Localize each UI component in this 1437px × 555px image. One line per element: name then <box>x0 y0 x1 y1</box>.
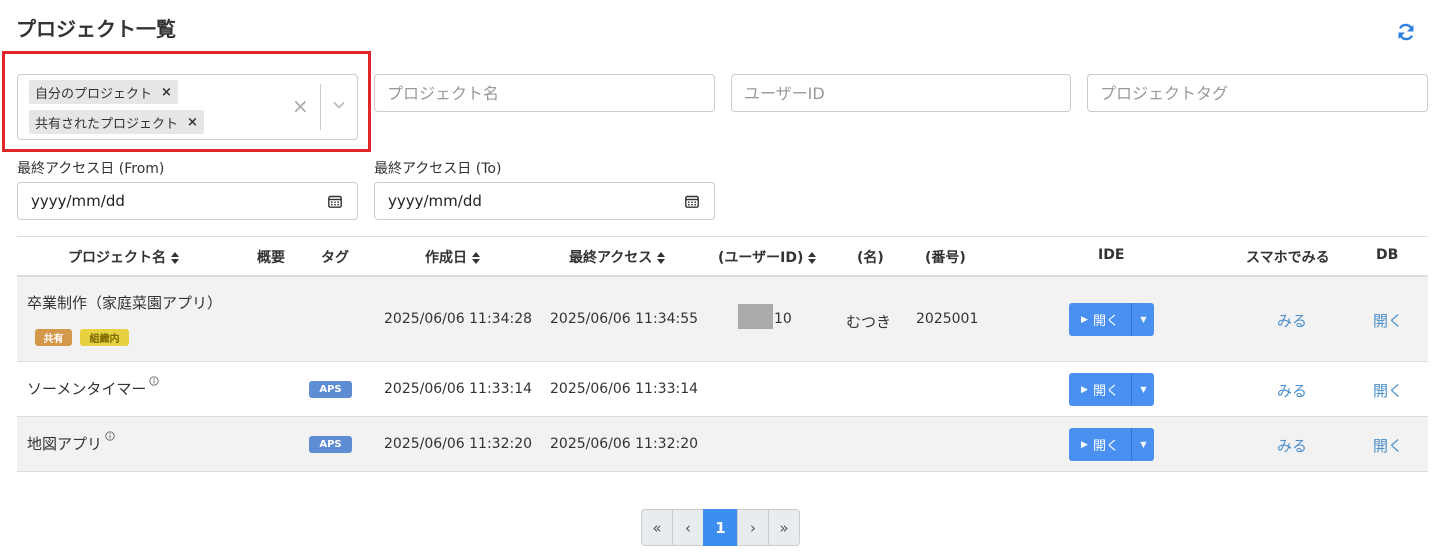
sort-icon <box>657 252 666 264</box>
header-label: プロジェクト名 <box>68 250 166 266</box>
created-date: 2025/06/06 11:33:14 <box>384 381 533 397</box>
view-link[interactable]: みる <box>1277 310 1307 331</box>
table-row[interactable]: 地図アプリ APS 2025/06/06 11:32:20 2025/06/06… <box>17 417 1428 472</box>
header-db: DB <box>1376 247 1399 263</box>
date-from-input[interactable]: yyyy/mm/dd <box>17 182 358 220</box>
last-access-date: 2025/06/06 11:33:14 <box>550 381 699 397</box>
chip-label: 自分のプロジェクト <box>35 86 153 102</box>
table-header: プロジェクト名 概要 タグ 作成日 最終アクセス (ユーザーID) (名) (番… <box>17 236 1428 277</box>
ide-open-button[interactable]: ▶ 開く ▼ <box>1069 373 1154 406</box>
header-project-name[interactable]: プロジェクト名 <box>68 247 179 267</box>
last-access-date: 2025/06/06 11:34:55 <box>550 311 699 327</box>
pagination: « ‹ 1 › » <box>641 509 800 546</box>
display-name: むつき <box>846 313 892 331</box>
project-name[interactable]: ソーメンタイマー <box>27 376 160 399</box>
ide-open-button[interactable]: ▶ 開く ▼ <box>1069 303 1154 336</box>
header-smartphone: スマホでみる <box>1246 250 1330 266</box>
db-open-link[interactable]: 開く <box>1373 380 1403 401</box>
chip-remove-icon[interactable]: × <box>187 115 198 130</box>
table-row[interactable]: 卒業制作（家庭菜園アプリ） 共有 組織内 2025/06/06 11:34:28… <box>17 277 1428 362</box>
page-last-button[interactable]: » <box>768 509 800 546</box>
project-type-select[interactable]: 自分のプロジェクト × 共有されたプロジェクト × × <box>17 74 358 140</box>
date-to-label: 最終アクセス日 (To) <box>374 161 502 177</box>
sort-icon <box>808 252 817 264</box>
ide-open-button[interactable]: ▶ 開く ▼ <box>1069 428 1154 461</box>
play-icon: ▶ <box>1081 384 1088 395</box>
ide-open-label: 開く <box>1092 314 1119 329</box>
view-link[interactable]: みる <box>1277 380 1307 401</box>
created-date: 2025/06/06 11:34:28 <box>384 311 533 327</box>
created-date: 2025/06/06 11:32:20 <box>384 436 533 452</box>
play-icon: ▶ <box>1081 439 1088 450</box>
info-icon[interactable] <box>149 376 160 386</box>
view-link[interactable]: みる <box>1277 435 1307 456</box>
redacted-user-id <box>738 304 773 329</box>
header-last-access[interactable]: 最終アクセス <box>569 247 666 267</box>
project-name[interactable]: 卒業制作（家庭菜園アプリ） <box>27 292 222 313</box>
ide-open-main[interactable]: ▶ 開く <box>1069 428 1132 461</box>
table-row[interactable]: ソーメンタイマー APS 2025/06/06 11:33:14 2025/06… <box>17 362 1428 417</box>
info-icon[interactable] <box>105 431 115 441</box>
sort-icon <box>171 252 179 264</box>
date-to-value: yyyy/mm/dd <box>388 192 482 210</box>
project-tag-input[interactable] <box>1087 74 1428 112</box>
student-number: 2025001 <box>916 311 979 327</box>
select-divider <box>320 84 321 130</box>
header-tag: タグ <box>321 250 349 266</box>
chip-label: 共有されたプロジェクト <box>35 116 179 132</box>
caret-down-icon[interactable]: ▼ <box>1133 373 1154 406</box>
ide-open-main[interactable]: ▶ 開く <box>1069 303 1132 336</box>
user-id: 10 <box>774 311 792 327</box>
date-from-value: yyyy/mm/dd <box>31 192 125 210</box>
project-name-input[interactable] <box>374 74 715 112</box>
project-name-label: 地図アプリ <box>27 435 103 453</box>
header-label: 作成日 <box>425 250 467 266</box>
header-display-name: (名) <box>857 250 884 266</box>
page-prev-button[interactable]: ‹ <box>672 509 704 546</box>
project-name-label: ソーメンタイマー <box>27 380 147 398</box>
calendar-icon[interactable] <box>685 195 699 208</box>
ide-open-label: 開く <box>1092 439 1119 454</box>
header-user-id[interactable]: (ユーザーID) <box>718 247 817 267</box>
play-icon: ▶ <box>1081 314 1088 325</box>
header-ide: IDE <box>1098 247 1125 263</box>
project-name[interactable]: 地図アプリ <box>27 431 115 454</box>
header-label: 最終アクセス <box>569 250 653 266</box>
header-created[interactable]: 作成日 <box>425 247 480 267</box>
header-label: (ユーザーID) <box>718 250 804 266</box>
page-title: プロジェクト一覧 <box>16 17 176 41</box>
tag-aps: APS <box>309 436 352 453</box>
badge-shared: 共有 <box>35 329 72 346</box>
caret-down-icon[interactable]: ▼ <box>1133 303 1154 336</box>
user-id-input[interactable] <box>731 74 1071 112</box>
header-number: (番号) <box>925 250 966 266</box>
chevron-down-icon[interactable] <box>332 98 346 112</box>
badge-org: 組織内 <box>80 329 129 346</box>
chip-remove-icon[interactable]: × <box>161 85 172 100</box>
date-from-label: 最終アクセス日 (From) <box>17 161 165 177</box>
db-open-link[interactable]: 開く <box>1373 310 1403 331</box>
caret-down-icon[interactable]: ▼ <box>1133 428 1154 461</box>
sort-icon <box>472 252 480 264</box>
tag-aps: APS <box>309 381 352 398</box>
ide-open-main[interactable]: ▶ 開く <box>1069 373 1132 406</box>
last-access-date: 2025/06/06 11:32:20 <box>550 436 699 452</box>
header-summary: 概要 <box>257 250 285 266</box>
calendar-icon[interactable] <box>328 195 342 208</box>
page-current-button[interactable]: 1 <box>703 509 738 546</box>
page-next-button[interactable]: › <box>737 509 769 546</box>
db-open-link[interactable]: 開く <box>1373 435 1403 456</box>
page-first-button[interactable]: « <box>641 509 673 546</box>
date-to-input[interactable]: yyyy/mm/dd <box>374 182 715 220</box>
clear-icon[interactable]: × <box>292 94 309 118</box>
refresh-icon[interactable] <box>1396 22 1416 42</box>
ide-open-label: 開く <box>1092 384 1119 399</box>
chip-shared-projects: 共有されたプロジェクト × <box>29 110 204 134</box>
chip-my-projects: 自分のプロジェクト × <box>29 80 178 104</box>
